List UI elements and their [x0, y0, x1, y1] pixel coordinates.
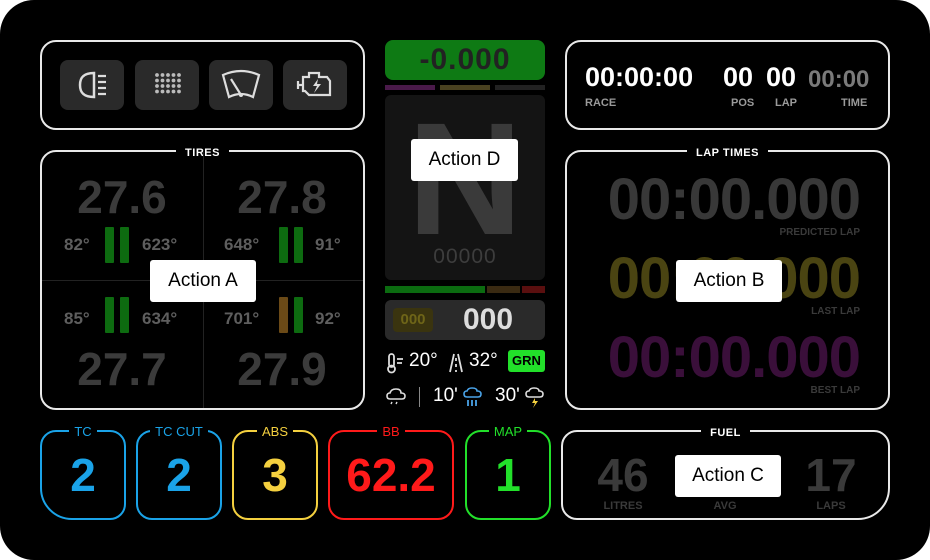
forecast-divider [419, 387, 420, 407]
bb-value: 62.2 [346, 449, 436, 501]
tc-label: TC [69, 424, 97, 439]
rpm-bar [385, 286, 545, 293]
time-value: 00:00 [808, 66, 870, 93]
gear-box: N 00000 [385, 89, 545, 280]
predicted-lap-label: PREDICTED LAP [779, 227, 860, 238]
headlight-icon [78, 71, 106, 99]
time-label: TIME [841, 97, 868, 109]
tc-cut-setting[interactable]: TC CUT 2 [136, 424, 222, 520]
tire-rr-outer-temp: 92° [315, 309, 341, 328]
delta-display: -0.000 [385, 40, 545, 80]
grid-dots-icon [155, 73, 181, 94]
fuel-laps-value: 17 [805, 449, 857, 501]
tire-fr-outer-temp: 91° [315, 235, 341, 254]
track-temp-value: 32° [469, 350, 498, 371]
action-b-button[interactable]: Action B [676, 260, 782, 302]
rpm-value: 00000 [433, 245, 497, 268]
map-setting[interactable]: MAP 1 [465, 424, 551, 520]
tire-fl-bar-1 [105, 227, 114, 263]
lap-times-panel: LAP TIMES 00:00.000 PREDICTED LAP 00:00.… [565, 147, 890, 410]
engine-warning-icon [296, 71, 332, 97]
fuel-laps-label: LAPS [816, 500, 846, 512]
predicted-lap-time: 00:00.000 [607, 167, 861, 232]
map-value: 1 [495, 449, 521, 501]
track-temp-icon [449, 353, 463, 373]
tire-fr-bar-2 [294, 227, 303, 263]
air-temp-value: 20° [409, 350, 438, 371]
race-time-label: RACE [585, 97, 617, 109]
tire-rr-bar-1 [279, 297, 288, 333]
pos-value: 00 [723, 62, 754, 92]
abs-value: 3 [262, 449, 288, 501]
engine-button[interactable] [283, 60, 347, 110]
tires-panel: TIRES 27.6 82° 623° 27.8 648° 91° 85° 63… [40, 147, 365, 410]
bb-label: BB [377, 424, 405, 439]
forecast-row: 10' 30' [385, 384, 545, 410]
tc-cut-label: TC CUT [150, 424, 208, 439]
weather-row: 20° 32° GRN [385, 348, 545, 376]
tire-fl-inner-temp: 82° [64, 235, 90, 254]
best-lap-label: BEST LAP [810, 385, 860, 396]
tire-fr-bar-1 [279, 227, 288, 263]
abs-label: ABS [256, 424, 293, 439]
tire-fl-bar-2 [120, 227, 129, 263]
tire-rl-bar-2 [120, 297, 129, 333]
tc-cut-value: 2 [166, 449, 192, 501]
best-lap-time: 00:00.000 [607, 325, 861, 390]
fuel-title: FUEL [701, 427, 750, 439]
forecast-10-label: 10' [433, 385, 458, 406]
tire-rl-outer-temp: 634° [142, 309, 178, 328]
map-label: MAP [488, 424, 528, 439]
bb-setting[interactable]: BB 62.2 [328, 424, 454, 520]
wiper-icon [221, 69, 261, 99]
action-c-button[interactable]: Action C [675, 455, 781, 497]
flag-badge: GRN [508, 350, 545, 372]
tire-rr-bar-2 [294, 297, 303, 333]
icon-panel [40, 40, 365, 130]
forecast-30-label: 30' [495, 385, 520, 406]
fuel-avg-label: AVG [713, 500, 737, 512]
air-temp-icon [387, 353, 403, 374]
tire-rr-pressure: 27.9 [237, 343, 327, 395]
action-d-button[interactable]: Action D [411, 139, 518, 181]
lap-label: LAP [775, 97, 797, 109]
race-info-panel: 00:00:00 RACE 00 POS 00 LAP 00:00 TIME [565, 40, 890, 130]
tire-rl-bar-1 [105, 297, 114, 333]
tc-setting[interactable]: TC 2 [40, 424, 126, 520]
fuel-litres-value: 46 [597, 449, 649, 501]
tc-value: 2 [70, 449, 96, 501]
pos-label: POS [731, 97, 755, 109]
tire-rr-inner-temp: 701° [224, 309, 260, 328]
headlight-button[interactable] [60, 60, 124, 110]
tire-rl-inner-temp: 85° [64, 309, 90, 328]
tire-fl-pressure: 27.6 [77, 171, 167, 223]
tire-fl-outer-temp: 623° [142, 235, 178, 254]
limiter-badge: 000 [393, 308, 433, 332]
cloud-icon [386, 388, 406, 405]
tire-fr-pressure: 27.8 [237, 171, 327, 223]
speed-value: 000 [462, 303, 514, 336]
lap-times-title: LAP TIMES [687, 147, 768, 159]
lap-value: 00 [766, 62, 797, 92]
fuel-panel: FUEL 46 LITRES AVG 17 LAPS Action C [561, 427, 890, 520]
dashboard-screen: TIRES 27.6 82° 623° 27.8 648° 91° 85° 63… [0, 0, 930, 560]
fuel-litres-label: LITRES [603, 500, 643, 512]
storm-cloud-icon [525, 387, 544, 408]
wiper-button[interactable] [209, 60, 273, 110]
action-a-button[interactable]: Action A [150, 260, 256, 302]
grid-button[interactable] [135, 60, 199, 110]
tire-fr-inner-temp: 648° [224, 235, 260, 254]
race-time-value: 00:00:00 [585, 62, 694, 92]
rain-cloud-icon [463, 387, 482, 406]
last-lap-label: LAST LAP [811, 306, 860, 317]
tire-rl-pressure: 27.7 [77, 343, 167, 395]
abs-setting[interactable]: ABS 3 [232, 424, 318, 520]
speed-box: 000 000 [385, 300, 545, 340]
delta-value: -0.000 [419, 43, 511, 76]
